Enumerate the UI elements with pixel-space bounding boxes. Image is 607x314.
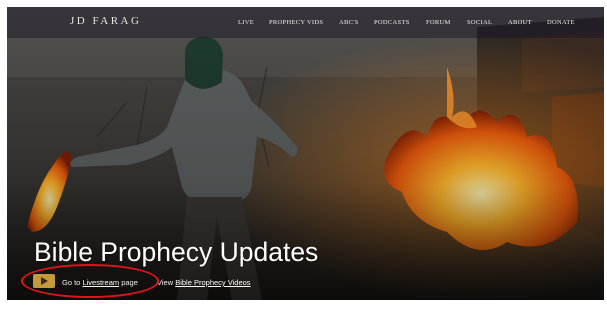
nav-item-live[interactable]: LIVE	[238, 19, 254, 26]
nav-item-social[interactable]: SOCIAL	[467, 19, 492, 26]
nav-item-forum[interactable]: FORUM	[426, 19, 451, 26]
videos-cta: View Bible Prophecy Videos	[157, 277, 251, 289]
livestream-cta: Go to Livestream page	[62, 277, 138, 289]
livestream-link[interactable]: Livestream	[82, 278, 119, 287]
videos-prefix: View	[157, 278, 176, 287]
site-logo[interactable]: JD FARAG	[70, 15, 141, 27]
hero-section: JD FARAG LIVE PROPHECY VIDS ABC'S PODCAS…	[7, 7, 604, 300]
hero-title: Bible Prophecy Updates	[34, 237, 319, 267]
top-navigation-bar: JD FARAG LIVE PROPHECY VIDS ABC'S PODCAS…	[7, 7, 604, 38]
youtube-play-icon[interactable]	[33, 274, 55, 288]
nav-item-podcasts[interactable]: PODCASTS	[374, 19, 410, 26]
nav-item-about[interactable]: ABOUT	[508, 19, 532, 26]
livestream-suffix: page	[119, 278, 138, 287]
bible-prophecy-videos-link[interactable]: Bible Prophecy Videos	[175, 278, 250, 287]
nav-item-abcs[interactable]: ABC'S	[339, 19, 359, 26]
nav-item-donate[interactable]: DONATE	[547, 19, 575, 26]
play-triangle-icon	[41, 277, 48, 285]
livestream-prefix: Go to	[62, 278, 83, 287]
nav-item-prophecy-vids[interactable]: PROPHECY VIDS	[269, 19, 323, 26]
